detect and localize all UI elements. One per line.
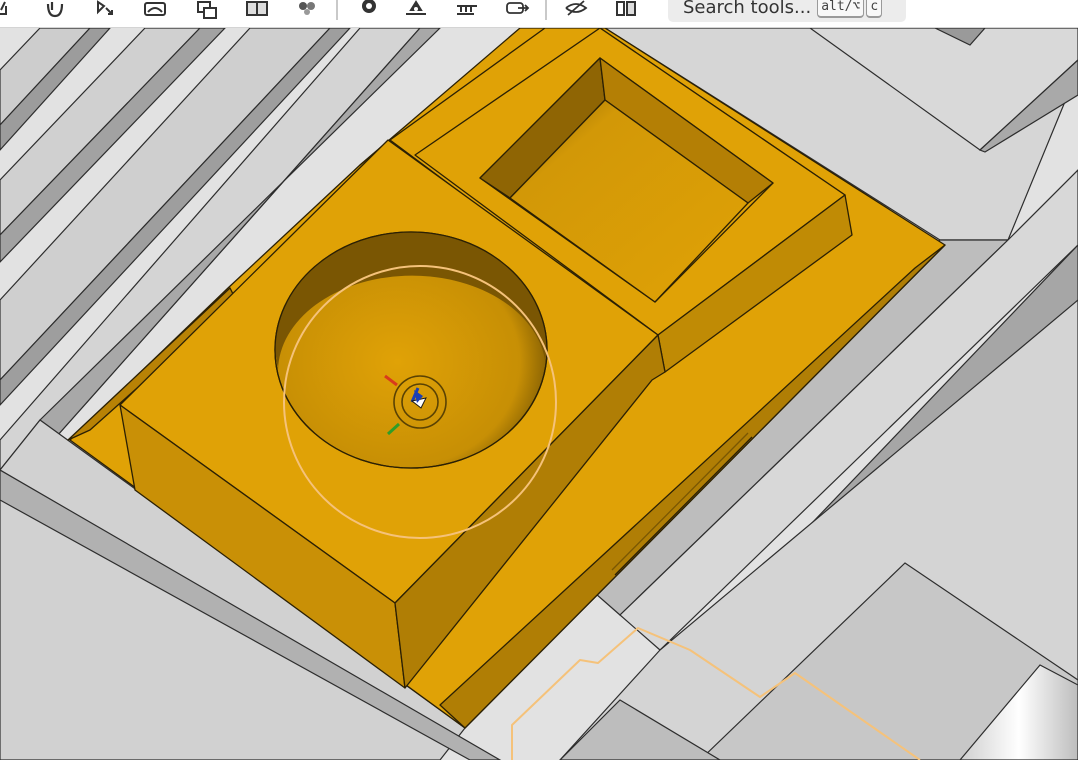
search-tools-box[interactable]: Search tools... alt/⌥ c: [668, 0, 906, 22]
boolean-tool-icon[interactable]: [242, 0, 272, 20]
settings-gear-icon[interactable]: [354, 0, 384, 20]
shortcut-key-c: c: [866, 0, 883, 18]
measure-tool-icon[interactable]: [452, 0, 482, 20]
transform-tool-icon[interactable]: [192, 0, 222, 20]
sketch-tool-icon[interactable]: [0, 0, 22, 20]
mate-connector-icon[interactable]: [401, 0, 431, 20]
cad-toolbar: Search tools... alt/⌥ c: [0, 0, 1078, 28]
shortcut-key-alt: alt/⌥: [817, 0, 865, 18]
appearance-tool-icon[interactable]: [611, 0, 641, 20]
pattern-tool-icon[interactable]: [293, 0, 323, 20]
search-input-placeholder[interactable]: Search tools...: [683, 0, 811, 18]
3d-viewport[interactable]: [0, 28, 1078, 760]
hide-view-icon[interactable]: [561, 0, 591, 20]
toolbar-divider: [545, 0, 547, 20]
revolve-tool-icon[interactable]: [40, 0, 70, 20]
export-tool-icon[interactable]: [502, 0, 532, 20]
shell-tool-icon[interactable]: [140, 0, 170, 20]
toolbar-divider: [336, 0, 338, 20]
select-tool-icon[interactable]: [90, 0, 120, 20]
